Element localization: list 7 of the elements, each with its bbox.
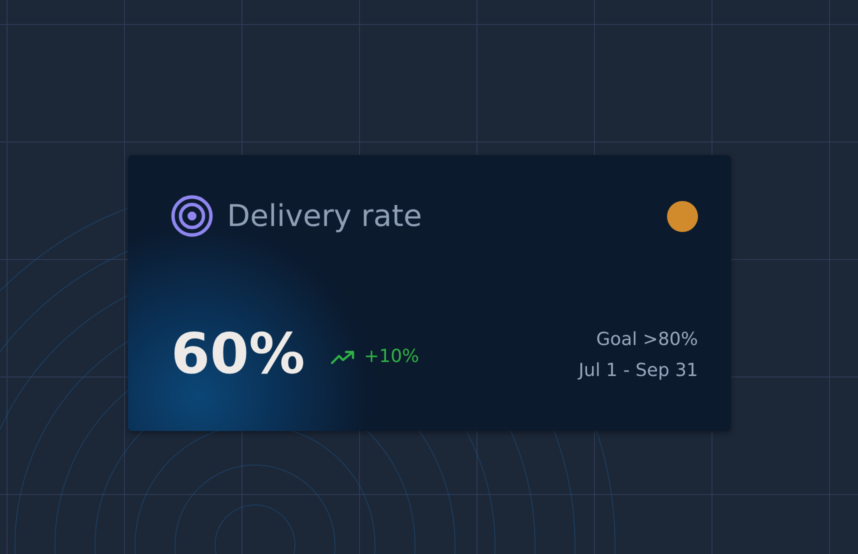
trend-up-icon — [331, 350, 356, 364]
date-range: Jul 1 - Sep 31 — [578, 360, 698, 380]
metric-value: 60% — [171, 322, 306, 387]
target-icon — [171, 195, 213, 237]
card-title: Delivery rate — [227, 198, 422, 234]
change-text: +10% — [364, 346, 420, 367]
goal-text: Goal >80% — [596, 328, 698, 350]
